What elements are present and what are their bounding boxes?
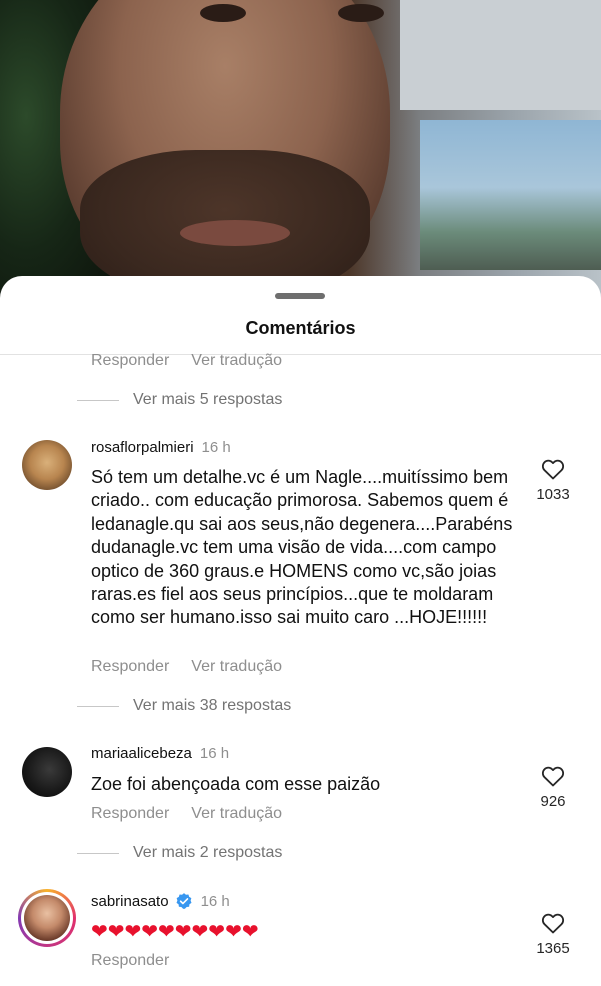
view-more-replies-1[interactable]: Ver mais 5 respostas bbox=[77, 391, 282, 409]
heart-outline-icon[interactable] bbox=[541, 765, 565, 787]
verified-badge-icon bbox=[176, 893, 192, 909]
like-count: 1033 bbox=[536, 486, 570, 503]
view-more-replies-label[interactable]: Ver mais 38 respostas bbox=[133, 697, 291, 715]
timestamp: 16 h bbox=[199, 745, 230, 762]
comment-meta: rosaflorpalmieri 16 h bbox=[91, 439, 231, 456]
comment-text: Zoe foi abençoada com esse paizão bbox=[91, 774, 381, 794]
avatar-sabrinasato[interactable] bbox=[18, 889, 76, 947]
reply-button[interactable]: Responder bbox=[91, 952, 169, 970]
drag-handle[interactable] bbox=[275, 293, 325, 299]
video-window bbox=[420, 120, 601, 270]
like-count: 1365 bbox=[536, 940, 570, 957]
avatar-mariaalicebeza[interactable] bbox=[22, 747, 72, 797]
heart-emojis: ❤❤❤❤❤❤❤❤❤❤ bbox=[91, 921, 259, 943]
comment-meta: sabrinasato 16 h bbox=[91, 892, 230, 910]
view-more-replies-label[interactable]: Ver mais 2 respostas bbox=[133, 844, 282, 862]
story-ring-inner bbox=[21, 892, 73, 944]
comment-meta: mariaalicebeza 16 h bbox=[91, 745, 229, 762]
translate-button[interactable]: Ver tradução bbox=[191, 352, 282, 370]
sheet-title: Comentários bbox=[245, 318, 356, 338]
avatar-rosaflorpalmieri[interactable] bbox=[22, 440, 72, 490]
heart-outline-icon[interactable] bbox=[541, 912, 565, 934]
username[interactable]: sabrinasato bbox=[91, 893, 169, 910]
comment-text: Só tem um detalhe.vc é um Nagle....muití… bbox=[91, 467, 513, 628]
username[interactable]: rosaflorpalmieri bbox=[91, 439, 194, 456]
username[interactable]: mariaalicebeza bbox=[91, 745, 192, 762]
video-person-mouth bbox=[180, 220, 290, 246]
previous-comment-actions: Responder Ver tradução bbox=[91, 352, 282, 370]
replies-line bbox=[77, 399, 119, 401]
view-more-replies-2[interactable]: Ver mais 38 respostas bbox=[77, 697, 291, 715]
timestamp: 16 h bbox=[201, 439, 231, 456]
comment-actions: Responder bbox=[91, 952, 169, 970]
like-button[interactable]: 1033 bbox=[528, 458, 578, 503]
video-person-eye-right bbox=[338, 4, 384, 22]
heart-outline-icon[interactable] bbox=[541, 458, 565, 480]
reply-button[interactable]: Responder bbox=[91, 805, 169, 823]
reply-button[interactable]: Responder bbox=[91, 658, 169, 676]
reply-button[interactable]: Responder bbox=[91, 352, 169, 370]
comment-actions: Responder Ver tradução bbox=[91, 805, 282, 823]
view-more-replies-label[interactable]: Ver mais 5 respostas bbox=[133, 391, 282, 409]
translate-button[interactable]: Ver tradução bbox=[191, 658, 282, 676]
avatar-photo bbox=[24, 895, 70, 941]
video-wall bbox=[400, 0, 601, 110]
like-count: 926 bbox=[540, 793, 566, 810]
view-more-replies-3[interactable]: Ver mais 2 respostas bbox=[77, 844, 282, 862]
video-background bbox=[0, 0, 601, 300]
replies-line bbox=[77, 852, 119, 854]
like-button[interactable]: 926 bbox=[528, 765, 578, 810]
replies-line bbox=[77, 705, 119, 707]
timestamp: 16 h bbox=[200, 892, 230, 910]
video-person-eye-left bbox=[200, 4, 246, 22]
translate-button[interactable]: Ver tradução bbox=[191, 805, 282, 823]
like-button[interactable]: 1365 bbox=[528, 912, 578, 957]
comments-sheet: Comentários Responder Ver tradução Ver m… bbox=[0, 276, 601, 986]
comment-actions: Responder Ver tradução bbox=[91, 658, 282, 676]
